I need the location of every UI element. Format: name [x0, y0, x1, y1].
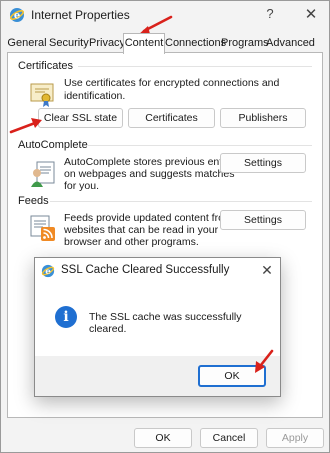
dialog-message: The SSL cache was successfully cleared. — [89, 311, 242, 335]
info-icon: i — [55, 306, 77, 328]
ok-button[interactable]: OK — [134, 428, 192, 448]
internet-explorer-icon: e — [10, 8, 24, 22]
feeds-heading: Feeds — [18, 195, 49, 207]
internet-explorer-icon: e — [41, 264, 55, 278]
certificates-button[interactable]: Certificates — [128, 108, 215, 128]
autocomplete-settings-button[interactable]: Settings — [220, 153, 306, 173]
certificates-description: Use certificates for encrypted connectio… — [64, 77, 280, 102]
ssl-cache-cleared-dialog: e SSL Cache Cleared Successfully ✕ i The… — [34, 257, 281, 397]
dialog-body: i The SSL cache was successfully cleared… — [35, 284, 280, 356]
publishers-button[interactable]: Publishers — [220, 108, 306, 128]
svg-text:e: e — [45, 267, 51, 277]
tab-advanced[interactable]: Advanced — [266, 36, 315, 53]
autocomplete-description-line-3: for you. — [64, 180, 100, 192]
annotation-arrow-dialog-ok — [255, 349, 274, 373]
dialog-title: SSL Cache Cleared Successfully — [61, 264, 230, 276]
dialog-footer: OK — [35, 356, 280, 396]
close-button[interactable]: ✕ — [301, 5, 321, 25]
certificates-heading: Certificates — [18, 60, 74, 72]
help-button[interactable]: ? — [263, 6, 277, 24]
dialog-title-bar: e SSL Cache Cleared Successfully ✕ — [35, 258, 280, 284]
certificates-divider — [78, 66, 312, 67]
autocomplete-divider — [88, 145, 312, 146]
feeds-divider — [50, 201, 312, 202]
apply-button[interactable]: Apply — [266, 428, 324, 448]
certificate-icon — [30, 83, 54, 107]
tab-programs[interactable]: Programs — [221, 36, 269, 53]
annotation-arrow-clear-ssl — [9, 118, 42, 134]
tab-connections[interactable]: Connections — [165, 36, 226, 53]
dialog-close-button[interactable]: ✕ — [259, 262, 275, 280]
feeds-settings-button[interactable]: Settings — [220, 210, 306, 230]
feeds-icon — [30, 215, 55, 241]
tab-privacy[interactable]: Privacy — [89, 36, 125, 53]
autocomplete-heading: AutoComplete — [18, 139, 88, 151]
tab-security[interactable]: Security — [49, 36, 89, 53]
cancel-button[interactable]: Cancel — [200, 428, 258, 448]
feeds-description-line-3: browser and other programs. — [64, 236, 199, 248]
tab-general[interactable]: General — [7, 36, 47, 53]
clear-ssl-state-button[interactable]: Clear SSL state — [38, 108, 123, 128]
window-title: Internet Properties — [31, 8, 130, 22]
svg-text:e: e — [14, 11, 20, 22]
tab-content[interactable]: Content — [123, 33, 165, 54]
autocomplete-icon — [31, 161, 55, 187]
